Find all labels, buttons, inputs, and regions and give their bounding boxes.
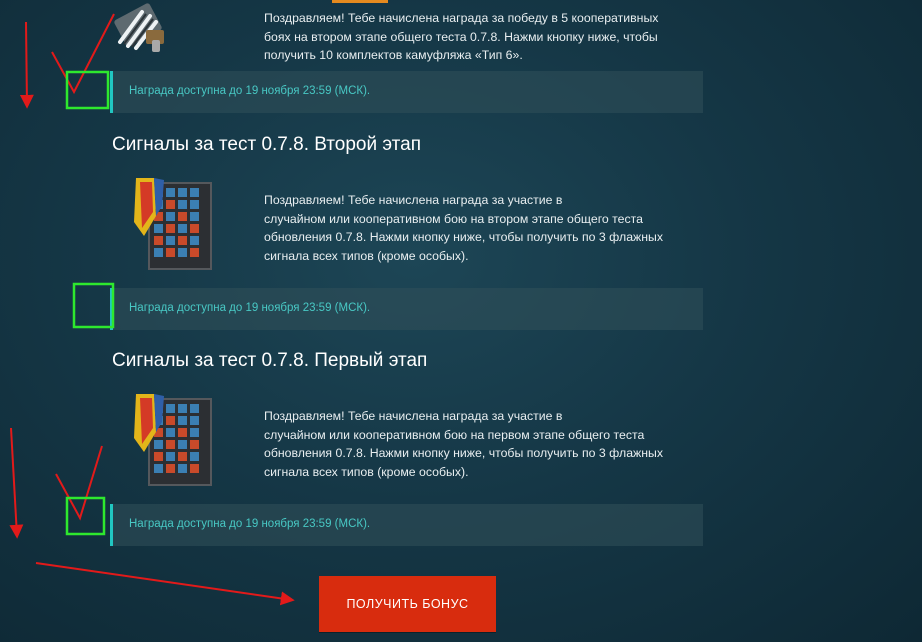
reward-description: Поздравляем! Тебе начислена награда за у…: [264, 191, 663, 265]
reward-status-text: Награда доступна до 19 ноября 23:59 (МСК…: [129, 302, 371, 314]
reward-status-text: Награда доступна до 19 ноября 23:59 (МСК…: [129, 518, 371, 530]
signal-flags-cabinet-icon: [132, 392, 214, 488]
reward-status-bar: Награда доступна до 19 ноября 23:59 (МСК…: [110, 504, 703, 546]
reward-description-line: сигнала всех типов (кроме особых).: [264, 248, 469, 263]
reward-description-line: Поздравляем! Тебе начислена награда за п…: [264, 11, 659, 25]
reward-description-line: сигнала всех типов (кроме особых).: [264, 464, 469, 479]
reward-description-line: обновления 0.7.8. Нажми кнопку ниже, что…: [264, 446, 664, 460]
annotation-checkmark: [55, 445, 103, 521]
reward-description-line: случайном или кооперативном бою на перво…: [264, 427, 645, 442]
reward-description-line: Поздравляем! Тебе начислена награда за у…: [264, 409, 563, 423]
annotation-checkmark: [51, 13, 115, 95]
annotation-highlight-box: [72, 282, 115, 329]
top-tab-accent: [332, 0, 388, 3]
annotation-highlight-box: [65, 70, 110, 110]
reward-status-bar: Награда доступна до 19 ноября 23:59 (МСК…: [110, 288, 703, 330]
claim-bonus-button[interactable]: ПОЛУЧИТЬ БОНУС: [319, 576, 496, 632]
camouflage-paint-icon: [112, 2, 170, 54]
signal-flags-cabinet-icon: [132, 176, 214, 272]
reward-description: Поздравляем! Тебе начислена награда за п…: [264, 9, 658, 65]
reward-description-line: боях на втором этапе общего теста 0.7.8.…: [264, 29, 658, 44]
annotation-highlight-box: [65, 496, 106, 536]
section-title: Сигналы за тест 0.7.8. Второй этап: [112, 134, 422, 155]
annotation-arrow-down: [9, 427, 24, 539]
annotation-arrow-right: [35, 562, 295, 606]
annotation-arrow-down: [19, 21, 34, 109]
reward-description-line: Поздравляем! Тебе начислена награда за у…: [264, 193, 563, 207]
reward-description-line: получить 10 комплектов камуфляжа «Тип 6»…: [264, 48, 523, 62]
reward-description-line: случайном или кооперативном бою на второ…: [264, 211, 643, 226]
reward-status-bar: Награда доступна до 19 ноября 23:59 (МСК…: [110, 71, 703, 113]
section-title: Сигналы за тест 0.7.8. Первый этап: [112, 350, 428, 371]
reward-description-line: обновления 0.7.8. Нажми кнопку ниже, что…: [264, 230, 664, 244]
reward-description: Поздравляем! Тебе начислена награда за у…: [264, 407, 663, 481]
reward-status-text: Награда доступна до 19 ноября 23:59 (МСК…: [129, 85, 371, 97]
